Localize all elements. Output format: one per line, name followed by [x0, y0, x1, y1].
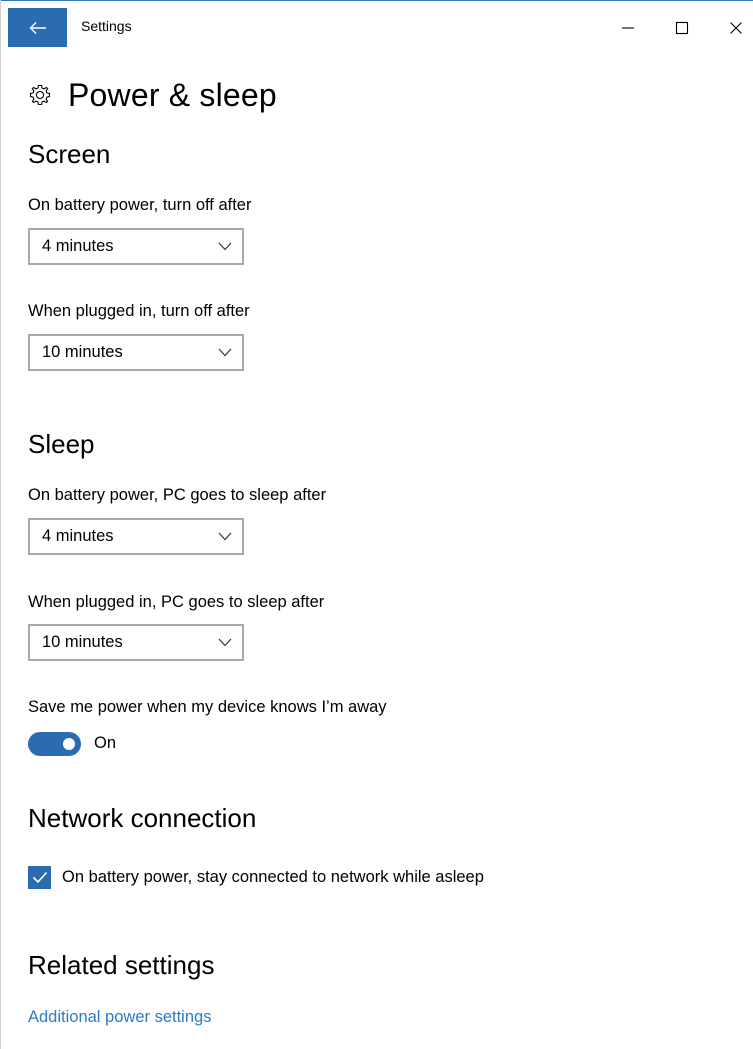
- toggle-state-label: On: [94, 734, 117, 752]
- sleep-battery-dropdown[interactable]: 4 minutes: [28, 518, 244, 555]
- page-heading: Power & sleep: [28, 75, 277, 115]
- screen-heading: Screen: [28, 139, 111, 169]
- away-power-label: Save me power when my device knows I’m a…: [28, 698, 387, 716]
- chevron-down-icon: [218, 532, 232, 541]
- sleep-plugged-dropdown[interactable]: 10 minutes: [28, 624, 244, 661]
- sleep-heading: Sleep: [28, 429, 95, 459]
- screen-plugged-dropdown[interactable]: 10 minutes: [28, 334, 244, 371]
- dropdown-value: 10 minutes: [42, 343, 123, 361]
- sleep-plugged-label: When plugged in, PC goes to sleep after: [28, 593, 325, 611]
- maximize-icon: [675, 21, 689, 35]
- gear-icon: [29, 84, 51, 106]
- dropdown-value: 10 minutes: [42, 633, 123, 651]
- screen-battery-label: On battery power, turn off after: [28, 196, 252, 214]
- back-button[interactable]: [8, 8, 67, 47]
- settings-window: Settings Power & sleep Screen On battery…: [0, 0, 753, 1049]
- window-title: Settings: [81, 18, 132, 34]
- screen-battery-dropdown[interactable]: 4 minutes: [28, 228, 244, 265]
- minimize-icon: [622, 27, 634, 29]
- chevron-down-icon: [218, 638, 232, 647]
- sleep-battery-label: On battery power, PC goes to sleep after: [28, 486, 327, 504]
- network-heading: Network connection: [28, 803, 257, 833]
- network-checkbox-label: On battery power, stay connected to netw…: [62, 868, 484, 886]
- additional-power-settings-link[interactable]: Additional power settings: [28, 1008, 211, 1027]
- chevron-down-icon: [218, 242, 232, 251]
- minimize-button[interactable]: [613, 13, 643, 43]
- related-heading: Related settings: [28, 950, 215, 980]
- away-power-toggle[interactable]: [28, 732, 81, 756]
- dropdown-value: 4 minutes: [42, 237, 114, 255]
- title-bar: Settings: [1, 0, 753, 47]
- chevron-down-icon: [218, 348, 232, 357]
- close-icon: [730, 22, 742, 34]
- page-title: Power & sleep: [68, 76, 277, 113]
- maximize-button[interactable]: [667, 13, 697, 43]
- toggle-knob: [63, 738, 75, 750]
- back-arrow-icon: [29, 21, 46, 34]
- network-connected-checkbox[interactable]: [28, 866, 51, 889]
- screen-plugged-label: When plugged in, turn off after: [28, 302, 250, 320]
- close-button[interactable]: [721, 13, 751, 43]
- checkmark-icon: [32, 871, 47, 884]
- dropdown-value: 4 minutes: [42, 527, 114, 545]
